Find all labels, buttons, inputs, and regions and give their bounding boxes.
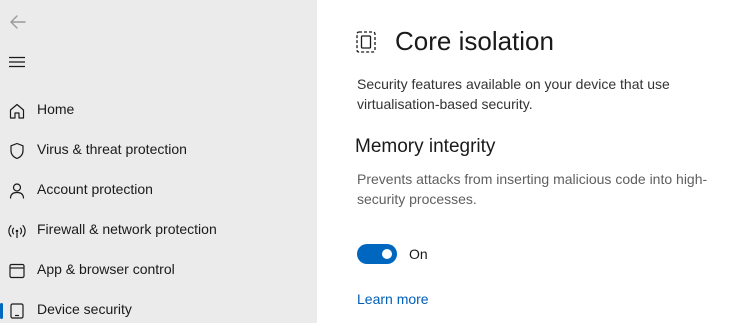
sidebar-item-account-protection[interactable]: Account protection xyxy=(0,171,317,211)
sidebar-item-app-browser-control[interactable]: App & browser control xyxy=(0,251,317,291)
sidebar-item-label: Home xyxy=(37,101,75,117)
memory-integrity-toggle[interactable] xyxy=(357,244,397,264)
toggle-state-label: On xyxy=(409,246,428,262)
main-content: Core isolation Security features availab… xyxy=(317,0,738,323)
sidebar-item-home[interactable]: Home xyxy=(0,91,317,131)
toggle-knob xyxy=(382,249,392,259)
sidebar-item-label: Device security xyxy=(37,301,132,317)
sidebar: Home Virus & threat protection Account p… xyxy=(0,0,317,323)
sidebar-item-label: App & browser control xyxy=(37,261,175,277)
page-description: Security features available on your devi… xyxy=(357,76,670,112)
sidebar-item-label: Virus & threat protection xyxy=(37,141,187,157)
core-isolation-chip-icon xyxy=(356,31,376,53)
sidebar-item-label: Firewall & network protection xyxy=(37,221,217,237)
memory-integrity-description: Prevents attacks from inserting maliciou… xyxy=(357,171,708,207)
wireless-icon xyxy=(8,224,26,238)
app-window-icon xyxy=(9,263,25,279)
selected-indicator xyxy=(0,303,3,319)
shield-icon xyxy=(10,142,24,160)
memory-integrity-title: Memory integrity xyxy=(355,136,496,157)
home-icon xyxy=(9,103,25,119)
sidebar-item-virus-threat-protection[interactable]: Virus & threat protection xyxy=(0,131,317,171)
learn-more-link[interactable]: Learn more xyxy=(357,291,429,307)
sidebar-item-label: Account protection xyxy=(37,181,153,197)
back-arrow-icon[interactable] xyxy=(8,12,28,32)
page-title: Core isolation xyxy=(395,26,554,56)
person-icon xyxy=(9,183,25,199)
device-icon xyxy=(10,303,24,319)
hamburger-menu-icon[interactable] xyxy=(8,53,26,71)
sidebar-item-device-security[interactable]: Device security xyxy=(0,291,317,331)
sidebar-item-firewall-network-protection[interactable]: Firewall & network protection xyxy=(0,211,317,251)
